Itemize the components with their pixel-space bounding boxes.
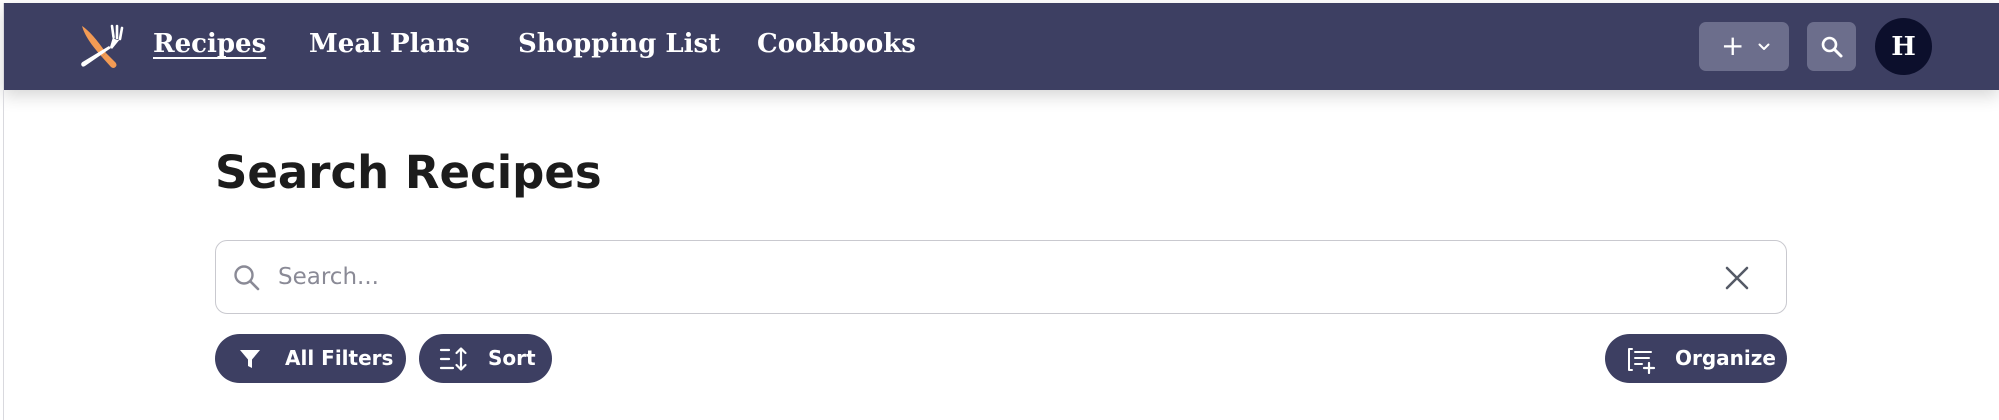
top-navbar: Recipes Meal Plans Shopping List Cookboo… — [3, 3, 1999, 90]
search-input[interactable] — [278, 257, 1698, 297]
add-menu-button[interactable]: + — [1699, 22, 1789, 71]
nav-link-meal-plans[interactable]: Meal Plans — [309, 29, 470, 59]
search-icon — [1821, 36, 1843, 58]
fork-knife-logo-icon[interactable] — [76, 22, 126, 72]
all-filters-label: All Filters — [285, 346, 394, 370]
recipe-search-bar — [215, 240, 1787, 314]
sort-icon — [439, 347, 467, 371]
chevron-down-icon — [1758, 43, 1770, 50]
all-filters-button[interactable]: All Filters — [215, 334, 406, 383]
organize-icon — [1628, 348, 1656, 374]
nav-search-button[interactable] — [1807, 22, 1856, 71]
sort-button[interactable]: Sort — [419, 334, 552, 383]
search-icon — [234, 265, 260, 291]
filter-icon — [240, 350, 260, 368]
nav-link-cookbooks[interactable]: Cookbooks — [757, 29, 916, 59]
nav-link-recipes[interactable]: Recipes — [153, 29, 266, 59]
nav-link-shopping-list[interactable]: Shopping List — [518, 29, 720, 59]
close-icon[interactable] — [1724, 265, 1750, 291]
organize-button[interactable]: Organize — [1605, 334, 1787, 383]
organize-label: Organize — [1675, 346, 1776, 370]
page-title: Search Recipes — [215, 146, 602, 199]
page-left-border — [3, 90, 4, 420]
plus-label: + — [1721, 29, 1745, 62]
sort-label: Sort — [488, 346, 536, 370]
user-avatar[interactable]: H — [1875, 18, 1932, 75]
